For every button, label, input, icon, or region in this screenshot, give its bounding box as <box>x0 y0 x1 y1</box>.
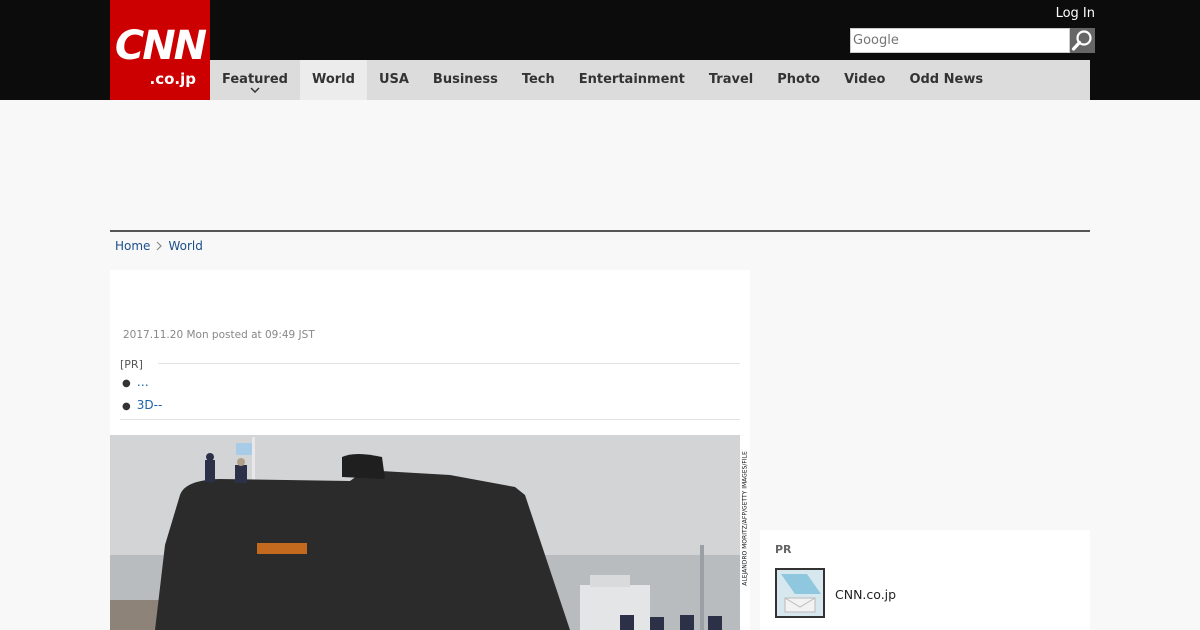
pr-links-block: [PR] ●… ● 3D-- <box>120 358 740 420</box>
pr-thumbnail[interactable] <box>775 568 825 618</box>
sidebar-pr-link[interactable]: CNN.co.jp <box>835 587 896 602</box>
nav-item-business[interactable]: Business <box>421 60 510 100</box>
posted-timestamp: 2017.11.20 Mon posted at 09:49 JST <box>123 329 315 341</box>
nav-item-tech[interactable]: Tech <box>510 60 567 100</box>
article-card: 2017.11.20 Mon posted at 09:49 JST [PR] … <box>110 270 750 630</box>
nav-item-label: USA <box>378 72 409 87</box>
logo-text-main: CNN <box>114 23 207 69</box>
nav-item-label: Travel <box>708 72 754 87</box>
chevron-right-icon <box>157 241 163 251</box>
nav-item-label: Featured <box>222 72 288 87</box>
photo-credit: ALEJANDRO MORITZ/AFP/GETTY IMAGES/FILE <box>740 435 750 630</box>
nav-item-photo[interactable]: Photo <box>765 60 832 100</box>
logo-text-domain: .co.jp <box>149 70 196 88</box>
pr-link[interactable]: 3D-- <box>137 398 163 412</box>
nav-item-label: Tech <box>521 72 555 87</box>
nav-item-label: Photo <box>777 72 821 87</box>
photo-credit-text: ALEJANDRO MORITZ/AFP/GETTY IMAGES/FILE <box>741 451 749 586</box>
breadcrumb-home[interactable]: Home <box>115 239 150 253</box>
main-nav: Featured World USA Business Tech Enterta… <box>210 60 1090 100</box>
nav-item-label: Odd News <box>909 72 984 87</box>
sidebar-pr-card: PR CNN.co.jp <box>760 530 1090 630</box>
nav-item-video[interactable]: Video <box>832 60 897 100</box>
nav-item-odd-news[interactable]: Odd News <box>897 60 995 100</box>
search-input[interactable] <box>850 28 1070 53</box>
search-icon <box>1071 30 1092 51</box>
top-ad-slot <box>110 100 1090 230</box>
bullet-icon: ● <box>122 378 131 389</box>
pr-divider <box>158 363 740 364</box>
login-link[interactable]: Log In <box>1040 6 1095 22</box>
submarine-photo <box>110 435 740 630</box>
nav-item-label: Video <box>844 72 886 87</box>
pr-label: [PR] <box>120 358 143 371</box>
envelope-icon <box>777 570 823 616</box>
breadcrumb: Home World <box>115 238 203 254</box>
nav-item-label: Entertainment <box>578 72 685 87</box>
nav-item-label: World <box>311 72 355 87</box>
chevron-down-icon <box>250 87 260 93</box>
nav-item-world[interactable]: World <box>299 60 367 100</box>
article-photo[interactable]: ALEJANDRO MORITZ/AFP/GETTY IMAGES/FILE <box>110 435 750 630</box>
nav-item-usa[interactable]: USA <box>367 60 421 100</box>
nav-item-featured[interactable]: Featured <box>210 60 300 100</box>
nav-item-entertainment[interactable]: Entertainment <box>567 60 697 100</box>
bullet-icon: ● <box>122 401 131 412</box>
breadcrumb-world[interactable]: World <box>168 239 202 253</box>
pr-list-item: ● 3D-- <box>122 398 162 412</box>
sidebar-ad-slot <box>760 270 1090 520</box>
pr-list-item: ●… <box>122 375 149 389</box>
section-divider <box>110 230 1090 232</box>
nav-item-travel[interactable]: Travel <box>697 60 765 100</box>
nav-item-label: Business <box>432 72 498 87</box>
pr-link[interactable]: … <box>137 375 149 389</box>
search-button[interactable] <box>1070 28 1095 53</box>
cnn-logo[interactable]: CNN .co.jp <box>110 0 210 100</box>
sidebar-pr-title: PR <box>775 543 792 556</box>
